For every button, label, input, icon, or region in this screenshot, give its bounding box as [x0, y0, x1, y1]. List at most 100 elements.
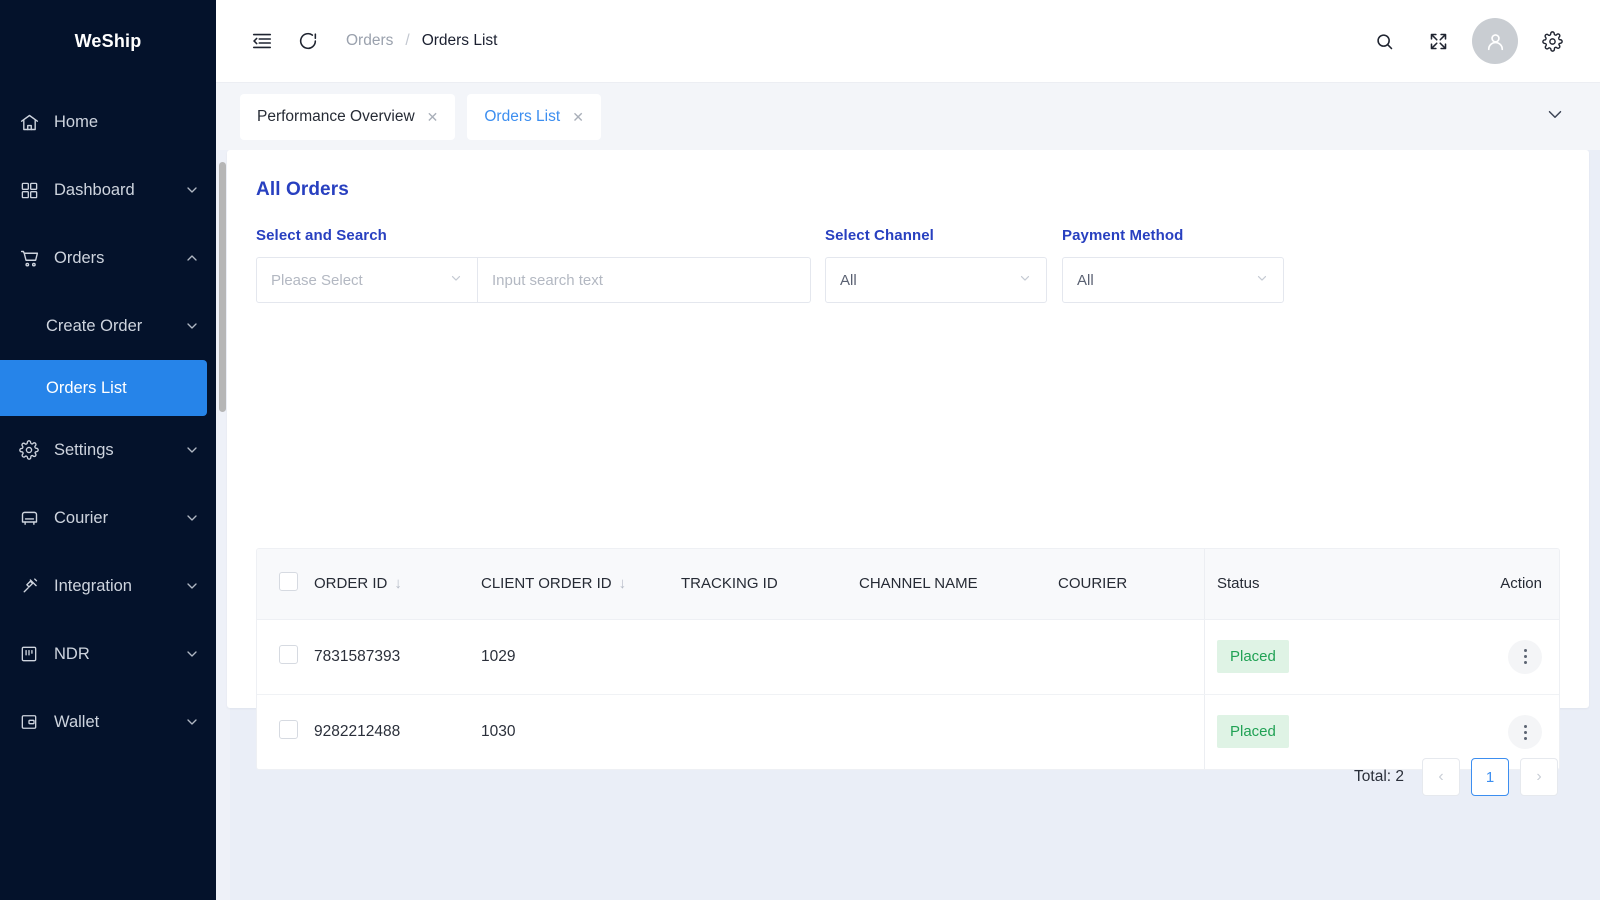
orders-card: All Orders Select and Search Please Sele…: [227, 150, 1589, 796]
sidebar-item-label: Orders: [54, 248, 105, 267]
sidebar-item-wallet[interactable]: Wallet: [0, 688, 216, 756]
tab-label: Orders List: [484, 107, 561, 125]
row-checkbox[interactable]: [279, 719, 298, 739]
channel-select-value: All: [840, 271, 857, 289]
chevron-down-icon[interactable]: [1544, 103, 1576, 130]
th-label: COURIER: [1058, 575, 1128, 593]
app-root: WeShip Home Dashboard Orders Create Orde…: [0, 0, 1600, 900]
sidebar-item-courier[interactable]: Courier: [0, 484, 216, 552]
cell-tracking-id: [681, 694, 859, 769]
table-row[interactable]: 7831587393 1029 Placed: [257, 619, 1559, 695]
settings-gear-icon[interactable]: [1532, 21, 1572, 61]
cart-icon: [18, 247, 40, 269]
th-order-id[interactable]: ORDER ID ↓: [314, 549, 481, 620]
sidebar-item-ndr[interactable]: NDR: [0, 620, 216, 688]
ndr-icon: [18, 643, 40, 665]
cell-client-order-id: 1029: [481, 619, 681, 695]
filter-select-channel: Select Channel All: [825, 227, 1047, 303]
orders-table: ORDER ID ↓ CLIENT ORDER ID ↓ TRACKING ID…: [257, 549, 1559, 769]
sidebar-item-home[interactable]: Home: [0, 88, 216, 156]
search-input-placeholder: Input search text: [492, 271, 603, 289]
status-badge: Placed: [1217, 715, 1289, 749]
close-icon[interactable]: ✕: [572, 110, 584, 124]
cell-order-id: 9282212488: [314, 694, 481, 769]
brand-logo: WeShip: [74, 30, 142, 51]
chevron-down-icon[interactable]: [184, 442, 200, 458]
breadcrumb: Orders / Orders List: [346, 32, 498, 50]
fullscreen-icon[interactable]: [1418, 21, 1458, 61]
tab-orders-list[interactable]: Orders List ✕: [467, 93, 601, 140]
sort-arrow-icon[interactable]: ↓: [394, 575, 402, 592]
select-all-checkbox[interactable]: [279, 572, 298, 592]
filter-select-and-search: Select and Search Please Select Input se…: [256, 227, 811, 303]
th-select-all: [257, 549, 314, 620]
table-header-row: ORDER ID ↓ CLIENT ORDER ID ↓ TRACKING ID…: [257, 549, 1559, 620]
th-client-order-id[interactable]: CLIENT ORDER ID ↓: [481, 549, 681, 620]
chevron-down-icon[interactable]: [184, 182, 200, 198]
chevron-up-icon[interactable]: [184, 250, 200, 266]
pagination-total: Total: 2: [1354, 768, 1404, 785]
chevron-down-icon: [449, 271, 463, 289]
th-tracking-id: TRACKING ID: [681, 549, 859, 620]
chevron-down-icon[interactable]: [184, 318, 200, 334]
topbar-right: [1364, 18, 1572, 64]
cell-channel-name: [859, 694, 1058, 769]
sidebar-item-orders[interactable]: Orders: [0, 224, 216, 292]
chevron-down-icon[interactable]: [184, 510, 200, 526]
status-badge: Placed: [1217, 640, 1289, 673]
chevron-down-icon[interactable]: [184, 714, 200, 730]
payment-method-select[interactable]: All: [1062, 257, 1284, 303]
breadcrumb-parent[interactable]: Orders: [346, 32, 393, 50]
breadcrumb-separator: /: [405, 32, 410, 49]
sidebar-item-create-order[interactable]: Create Order: [0, 292, 216, 360]
pagination-page-1[interactable]: 1: [1471, 758, 1509, 796]
th-label: Action: [1500, 575, 1542, 593]
content-area: All Orders Select and Search Please Sele…: [216, 150, 1600, 900]
close-icon[interactable]: ✕: [427, 110, 439, 124]
sidebar-item-settings[interactable]: Settings: [0, 416, 216, 484]
chevron-down-icon: [1255, 271, 1269, 289]
search-input[interactable]: Input search text: [478, 257, 811, 303]
vertical-scrollbar-thumb[interactable]: [219, 162, 226, 412]
truck-icon: [18, 507, 40, 529]
user-avatar-icon[interactable]: [1472, 18, 1518, 64]
cell-courier: [1058, 694, 1204, 769]
sidebar-item-label: Settings: [54, 440, 114, 459]
menu-collapse-icon[interactable]: [242, 21, 282, 61]
tab-label: Performance Overview: [257, 107, 415, 125]
channel-select[interactable]: All: [825, 257, 1047, 303]
main-area: Orders / Orders List Performance Overvie…: [216, 0, 1600, 900]
table-head: ORDER ID ↓ CLIENT ORDER ID ↓ TRACKING ID…: [257, 549, 1559, 620]
row-actions-menu-icon[interactable]: [1508, 639, 1542, 674]
th-courier: COURIER: [1058, 549, 1204, 620]
sidebar-item-label: Wallet: [54, 712, 100, 731]
pagination-prev-button[interactable]: ‹: [1422, 758, 1460, 796]
chevron-down-icon[interactable]: [184, 578, 200, 594]
sidebar-item-label: Dashboard: [54, 180, 135, 199]
tab-performance-overview[interactable]: Performance Overview ✕: [240, 93, 456, 140]
sidebar-item-integration[interactable]: Integration: [0, 552, 216, 620]
sidebar-item-label: Integration: [54, 576, 132, 595]
sidebar-item-label: Courier: [54, 508, 109, 527]
sidebar: WeShip Home Dashboard Orders Create Orde…: [0, 0, 216, 900]
pagination-next-button[interactable]: ›: [1520, 758, 1558, 796]
sidebar-item-dashboard[interactable]: Dashboard: [0, 156, 216, 224]
cell-courier: [1058, 619, 1204, 695]
filter-row: Please Select Input search text: [256, 257, 811, 303]
th-label: CHANNEL NAME: [859, 575, 978, 593]
pagination: Total: 2 ‹ 1 ›: [1354, 758, 1558, 796]
cell-action: [1429, 619, 1559, 695]
filter-label: Select Channel: [825, 227, 934, 244]
refresh-icon[interactable]: [288, 21, 328, 61]
sort-arrow-icon[interactable]: ↓: [619, 575, 627, 592]
row-checkbox[interactable]: [279, 644, 298, 664]
chevron-down-icon: [1018, 271, 1032, 289]
row-actions-menu-icon[interactable]: [1508, 715, 1542, 749]
search-icon[interactable]: [1364, 21, 1404, 61]
sidebar-nav: Home Dashboard Orders Create Order Order…: [0, 82, 216, 756]
search-field-select[interactable]: Please Select: [256, 257, 478, 303]
sidebar-item-orders-list[interactable]: Orders List: [0, 360, 207, 416]
page-title: All Orders: [256, 179, 349, 200]
chevron-down-icon[interactable]: [184, 646, 200, 662]
plug-icon: [18, 575, 40, 597]
